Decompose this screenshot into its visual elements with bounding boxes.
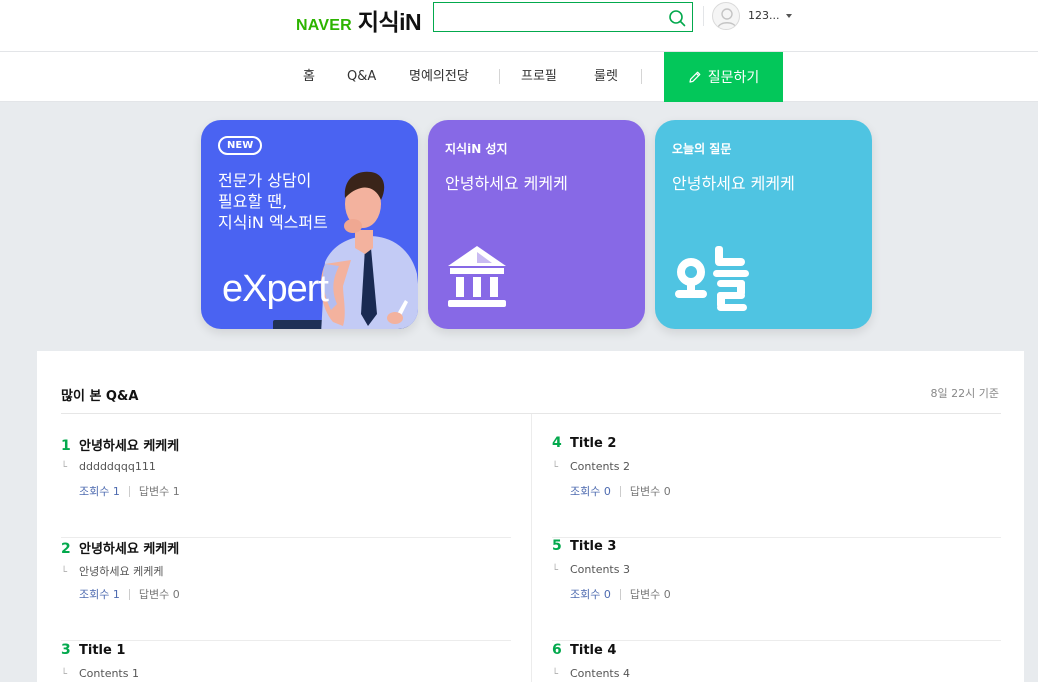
expert-text-line: 지식iN 엑스퍼트 [218, 213, 328, 232]
qa-content-text: Contents 4 [570, 667, 630, 680]
row-divider [552, 640, 1001, 641]
today-card-label: 오늘의 질문 [672, 142, 732, 156]
user-name[interactable]: 123... [748, 9, 780, 22]
qa-meta: 조회수 0 답변수 0 [570, 586, 671, 602]
qa-head: 5 Title 3 [552, 538, 616, 554]
row-divider [61, 640, 511, 641]
nav-profile[interactable]: 프로필 [521, 52, 557, 101]
qa-content-text: 안녕하세요 케케케 [79, 565, 164, 578]
logo-kin: 지식iN [357, 9, 422, 35]
qa-head: 3 Title 1 [61, 642, 125, 658]
search-box [433, 2, 693, 32]
qa-content-text: dddddqqq111 [79, 460, 156, 473]
expert-text: 전문가 상담이 필요할 땐, 지식iN 엑스퍼트 [218, 170, 348, 233]
search-input[interactable] [434, 3, 662, 31]
reply-branch-icon: └ [552, 565, 559, 576]
expert-text-line: 전문가 상담이 [218, 171, 312, 190]
qa-title[interactable]: Title 2 [570, 436, 616, 451]
meta-divider [619, 485, 621, 497]
qa-views: 조회수 1 [79, 588, 120, 601]
qa-answers: 답변수 1 [138, 485, 180, 498]
qa-views: 조회수 0 [570, 485, 611, 498]
qa-title[interactable]: Title 3 [570, 539, 616, 554]
qa-rank: 1 [61, 438, 71, 454]
popular-qna-panel: 많이 본 Q&A 8일 22시 기준 1 안녕하세요 케케케 └ dddddqqq… [37, 351, 1024, 682]
reply-branch-icon: └ [552, 462, 559, 473]
logo-naver: NAVER [296, 17, 352, 34]
qa-head: 1 안녕하세요 케케케 [61, 435, 179, 454]
qa-rank: 6 [552, 642, 562, 658]
meta-divider [128, 485, 130, 497]
qa-answers: 답변수 0 [138, 588, 180, 601]
nav-home[interactable]: 홈 [303, 52, 315, 101]
header-divider [703, 6, 704, 26]
popular-qna-date: 8일 22시 기준 [930, 387, 999, 400]
landmark-icon [448, 246, 506, 307]
qa-head: 2 안녕하세요 케케케 [61, 538, 179, 557]
qa-meta: 조회수 1 답변수 1 [79, 483, 180, 499]
new-badge: NEW [218, 136, 263, 155]
qa-content: └ Contents 2 [552, 460, 630, 473]
main-nav: 홈 Q&A 명예의전당 프로필 룰렛 질문하기 [0, 52, 1038, 102]
nav-roulette[interactable]: 룰렛 [594, 52, 618, 101]
reply-branch-icon: └ [61, 567, 68, 578]
qa-answers: 답변수 0 [629, 588, 671, 601]
qa-rank: 3 [61, 642, 71, 658]
nav-divider [641, 69, 642, 84]
chevron-down-icon[interactable] [786, 14, 792, 18]
qa-content: └ dddddqqq111 [61, 460, 156, 473]
ask-question-label: 질문하기 [707, 70, 760, 86]
nav-divider [499, 69, 500, 84]
expert-text-line: 필요할 땐, [218, 192, 288, 211]
meta-divider [619, 588, 621, 600]
qa-content: └ 안녕하세요 케케케 [61, 563, 163, 579]
qa-title[interactable]: Title 4 [570, 643, 616, 658]
qa-title[interactable]: 안녕하세요 케케케 [79, 538, 179, 557]
user-avatar[interactable] [712, 2, 740, 30]
today-card-subtitle: 안녕하세요 케케케 [672, 174, 795, 193]
popular-qna-title: 많이 본 Q&A [61, 389, 139, 404]
top-header: NAVER 지식iN 123... [0, 0, 1038, 52]
expert-logo: eXpert [222, 268, 329, 310]
qa-content: └ Contents 1 [61, 667, 139, 680]
ask-question-button[interactable]: 질문하기 [664, 52, 783, 102]
qa-views: 조회수 0 [570, 588, 611, 601]
qa-content-text: Contents 2 [570, 460, 630, 473]
holy-card-subtitle: 안녕하세요 케케케 [445, 174, 568, 193]
qa-rank: 5 [552, 538, 562, 554]
nav-qna[interactable]: Q&A [347, 52, 376, 101]
qa-content: └ Contents 3 [552, 563, 630, 576]
reply-branch-icon: └ [61, 669, 68, 680]
today-question-card[interactable]: 오늘의 질문 안녕하세요 케케케 [655, 120, 872, 329]
qa-content-text: Contents 3 [570, 563, 630, 576]
qa-head: 6 Title 4 [552, 642, 616, 658]
naver-kin-logo[interactable]: NAVER 지식iN [296, 3, 422, 35]
row-divider [552, 537, 1001, 538]
qa-rank: 2 [61, 541, 71, 557]
user-avatar-icon [717, 8, 737, 29]
holy-card-label: 지식iN 성지 [445, 142, 508, 156]
search-icon[interactable] [668, 9, 686, 27]
qa-meta: 조회수 1 답변수 0 [79, 586, 180, 602]
qa-rank: 4 [552, 435, 562, 451]
expert-card[interactable]: NEW 전문가 상담이 필요할 땐, 지식iN 엑스퍼트 eXpert [201, 120, 418, 329]
nav-hall-of-fame[interactable]: 명예의전당 [409, 52, 469, 101]
qa-content-text: Contents 1 [79, 667, 139, 680]
qa-answers: 답변수 0 [629, 485, 671, 498]
qa-content: └ Contents 4 [552, 667, 630, 680]
kin-holy-card[interactable]: 지식iN 성지 안녕하세요 케케케 [428, 120, 645, 329]
qa-head: 4 Title 2 [552, 435, 616, 451]
meta-divider [128, 588, 130, 600]
pencil-icon [689, 71, 701, 83]
column-divider [531, 414, 532, 682]
reply-branch-icon: └ [552, 669, 559, 680]
qa-title[interactable]: Title 1 [79, 643, 125, 658]
qa-meta: 조회수 0 답변수 0 [570, 483, 671, 499]
qa-views: 조회수 1 [79, 485, 120, 498]
today-lettering-icon [675, 246, 749, 311]
qa-title[interactable]: 안녕하세요 케케케 [79, 435, 179, 454]
reply-branch-icon: └ [61, 462, 68, 473]
